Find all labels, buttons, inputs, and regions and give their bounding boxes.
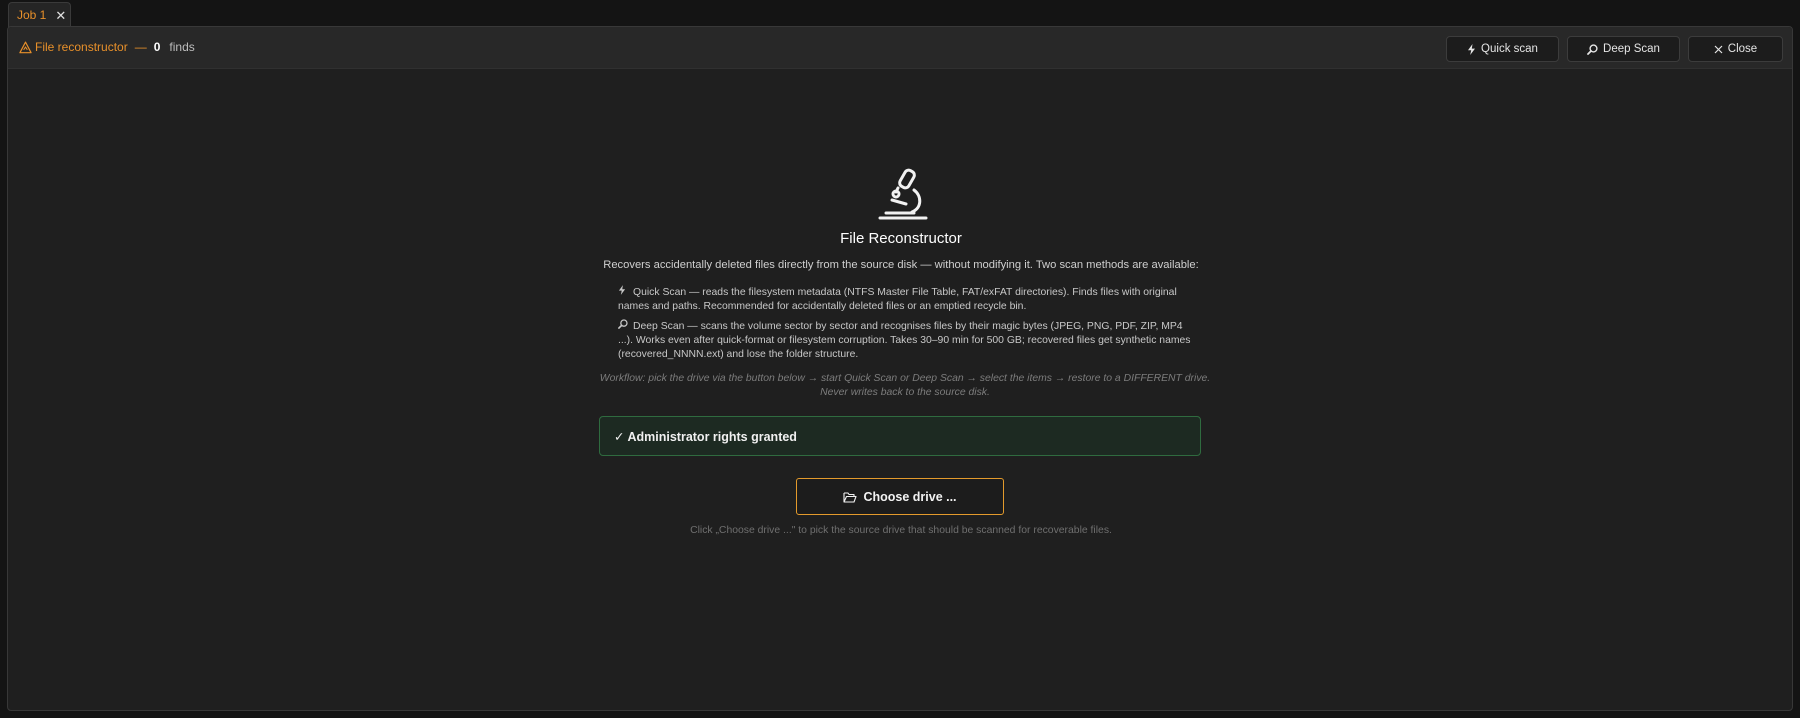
- close-button[interactable]: Close: [1688, 36, 1783, 62]
- folder-open-icon: [843, 491, 858, 503]
- deep-scan-text: Deep Scan — scans the volume sector by s…: [618, 321, 1191, 360]
- module-name: File reconstructor: [35, 40, 128, 54]
- close-icon: [1714, 45, 1723, 54]
- deep-scan-label: Deep Scan: [1603, 43, 1660, 55]
- page-title: File Reconstructor: [840, 230, 962, 247]
- quick-scan-button[interactable]: Quick scan: [1446, 36, 1559, 62]
- toolbar: File reconstructor — 0 finds Quick scan …: [8, 27, 1792, 69]
- finds-label: finds: [169, 40, 195, 54]
- module-title: File reconstructor — 0 finds: [19, 40, 195, 54]
- finds-count: 0: [153, 40, 161, 54]
- magnifier-icon: [1587, 43, 1598, 55]
- quick-scan-description: Quick Scan — reads the filesystem metada…: [618, 285, 1198, 314]
- admin-status-banner: ✓ Administrator rights granted: [599, 416, 1201, 456]
- lightning-icon: [618, 285, 629, 300]
- choose-drive-label: Choose drive ...: [863, 489, 957, 504]
- choose-drive-button[interactable]: Choose drive ...: [796, 478, 1004, 515]
- tab-job-1[interactable]: Job 1 ✕: [8, 2, 71, 27]
- quick-scan-text: Quick Scan — reads the filesystem metada…: [618, 287, 1177, 312]
- hint-text: Click „Choose drive ..." to pick the sou…: [690, 525, 1112, 536]
- tab-strip: Job 1 ✕: [0, 0, 1800, 27]
- main-panel: File reconstructor — 0 finds Quick scan …: [7, 26, 1793, 711]
- quick-scan-label: Quick scan: [1481, 43, 1538, 55]
- lightning-icon: [1467, 43, 1476, 55]
- warning-icon: [19, 41, 32, 53]
- tab-label: Job 1: [17, 8, 47, 22]
- microscope-icon: [878, 168, 928, 220]
- close-icon[interactable]: ✕: [55, 9, 66, 22]
- intro-text: Recovers accidentally deleted files dire…: [603, 259, 1199, 271]
- workflow-text: Workflow: pick the drive via the button …: [599, 373, 1211, 398]
- title-separator: —: [134, 40, 147, 54]
- close-label: Close: [1727, 43, 1758, 55]
- deep-scan-button[interactable]: Deep Scan: [1567, 36, 1680, 62]
- magnifier-icon: [618, 319, 629, 334]
- deep-scan-description: Deep Scan — scans the volume sector by s…: [618, 319, 1198, 362]
